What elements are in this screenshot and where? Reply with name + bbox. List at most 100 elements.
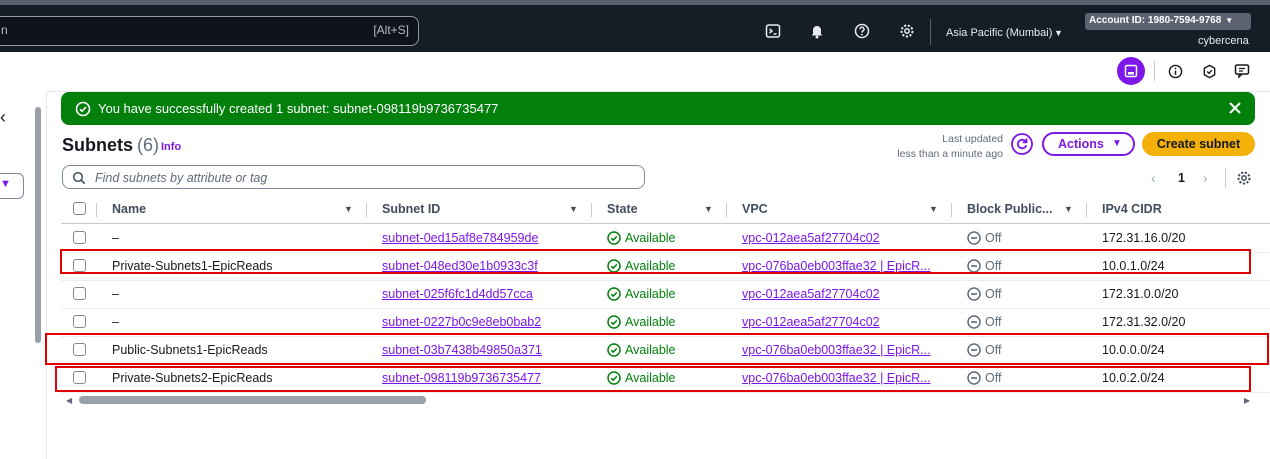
row-name: –: [112, 315, 119, 329]
table-row[interactable]: – subnet-0ed15af8e784959de Available vpc…: [61, 224, 1270, 253]
filter-input[interactable]: Find subnets by attribute or tag: [62, 165, 645, 189]
status-success-icon: [607, 371, 621, 385]
search-icon: [72, 171, 86, 185]
row-vpc-link[interactable]: vpc-076ba0eb003ffae32 | EpicR...: [742, 371, 940, 385]
row-state: Available: [625, 371, 676, 385]
search-input[interactable]: n [Alt+S]: [0, 16, 419, 46]
subnet-count: (6): [137, 135, 160, 155]
actions-label: Actions: [1058, 137, 1104, 151]
bell-icon[interactable]: [807, 21, 827, 41]
column-divider[interactable]: [1086, 203, 1087, 217]
panel-toggle-icon[interactable]: [1117, 57, 1145, 85]
table-row[interactable]: Private-Subnets1-EpicReads subnet-048ed3…: [61, 252, 1270, 281]
row-vpc-link[interactable]: vpc-076ba0eb003ffae32 | EpicR...: [742, 259, 940, 273]
region-selector[interactable]: Asia Pacific (Mumbai): [946, 27, 1052, 39]
help-icon[interactable]: [852, 21, 872, 41]
row-ipv4-cidr: 10.0.1.0/24: [1102, 259, 1165, 273]
column-divider[interactable]: [951, 203, 952, 217]
top-navigation: n [Alt+S] Asia Pacific (Mumbai) ▼ Accoun…: [0, 0, 1270, 52]
row-vpc-link[interactable]: vpc-012aea5af27704c02: [742, 315, 940, 329]
sort-caret-icon[interactable]: ▼: [344, 204, 353, 214]
row-checkbox[interactable]: [73, 259, 86, 272]
row-subnet-id-link[interactable]: subnet-048ed30e1b0933c3f: [382, 259, 538, 273]
scroll-left-icon[interactable]: ◀: [66, 396, 72, 405]
table-row[interactable]: – subnet-025f6fc1d4dd57cca Available vpc…: [61, 280, 1270, 309]
column-divider[interactable]: [726, 203, 727, 217]
chevron-down-icon: ▼: [1225, 16, 1234, 25]
column-divider[interactable]: [591, 203, 592, 217]
row-block-public: Off: [985, 231, 1002, 245]
sort-caret-icon[interactable]: ▼: [569, 204, 578, 214]
page-prev-icon[interactable]: ‹: [1151, 170, 1156, 186]
cloudshell-icon[interactable]: [763, 21, 783, 41]
chevron-down-icon[interactable]: ▼: [0, 178, 11, 190]
row-state: Available: [625, 259, 676, 273]
toolbar-divider: [1154, 61, 1155, 81]
horizontal-scrollbar-thumb[interactable]: [79, 396, 426, 404]
sort-caret-icon[interactable]: ▼: [704, 204, 713, 214]
chevron-left-icon[interactable]: ‹: [0, 107, 6, 128]
gear-icon[interactable]: [897, 21, 917, 41]
row-checkbox[interactable]: [73, 343, 86, 356]
row-checkbox[interactable]: [73, 315, 86, 328]
page-next-icon[interactable]: ›: [1203, 170, 1208, 186]
actions-button[interactable]: Actions ▼: [1042, 132, 1135, 156]
feedback-icon[interactable]: [1232, 61, 1252, 81]
row-block-public: Off: [985, 371, 1002, 385]
column-header-name[interactable]: Name: [112, 202, 146, 216]
row-subnet-id-link[interactable]: subnet-025f6fc1d4dd57cca: [382, 287, 533, 301]
row-block-public: Off: [985, 287, 1002, 301]
chevron-down-icon[interactable]: ▼: [1054, 28, 1063, 38]
row-vpc-link[interactable]: vpc-012aea5af27704c02: [742, 231, 940, 245]
select-all-checkbox[interactable]: [73, 202, 86, 215]
vertical-scrollbar-thumb[interactable]: [35, 107, 41, 343]
username[interactable]: cybercena: [1198, 35, 1249, 47]
row-subnet-id-link[interactable]: subnet-0ed15af8e784959de: [382, 231, 538, 245]
column-header-ipv4-cidr[interactable]: IPv4 CIDR: [1102, 202, 1162, 216]
preferences-gear-icon[interactable]: [1236, 170, 1252, 186]
row-ipv4-cidr: 172.31.16.0/20: [1102, 231, 1186, 245]
close-icon[interactable]: [1227, 100, 1243, 116]
caret-down-icon: ▼: [1112, 138, 1122, 149]
pagination-divider: [1225, 168, 1226, 188]
row-checkbox[interactable]: [73, 371, 86, 384]
column-header-vpc[interactable]: VPC: [742, 202, 768, 216]
column-divider[interactable]: [366, 203, 367, 217]
row-subnet-id-link[interactable]: subnet-098119b9736735477: [382, 371, 541, 385]
account-id-label: Account ID: 1980-7594-9768: [1089, 15, 1222, 26]
table-row[interactable]: – subnet-0227b0c9e8eb0bab2 Available vpc…: [61, 308, 1270, 337]
info-circle-icon[interactable]: [1165, 61, 1185, 81]
row-state: Available: [625, 343, 676, 357]
create-subnet-button[interactable]: Create subnet: [1142, 132, 1255, 156]
row-name: Private-Subnets2-EpicReads: [112, 371, 273, 385]
status-success-icon: [607, 259, 621, 273]
row-vpc-link[interactable]: vpc-012aea5af27704c02: [742, 287, 940, 301]
sort-caret-icon[interactable]: ▼: [1064, 204, 1073, 214]
sort-caret-icon[interactable]: ▼: [929, 204, 938, 214]
column-header-state[interactable]: State: [607, 202, 638, 216]
security-hub-icon[interactable]: [1199, 61, 1219, 81]
table-row[interactable]: Public-Subnets1-EpicReads subnet-03b7438…: [61, 336, 1270, 365]
scroll-right-icon[interactable]: ▶: [1244, 396, 1250, 405]
page-number[interactable]: 1: [1178, 171, 1185, 185]
success-check-icon: [75, 101, 91, 117]
nav-divider: [930, 19, 931, 45]
table-row[interactable]: Private-Subnets2-EpicReads subnet-098119…: [61, 364, 1270, 393]
column-header-subnet-id[interactable]: Subnet ID: [382, 202, 440, 216]
account-menu[interactable]: Account ID: 1980-7594-9768 ▼: [1085, 13, 1251, 30]
info-link[interactable]: Info: [161, 141, 181, 153]
row-checkbox[interactable]: [73, 231, 86, 244]
row-vpc-link[interactable]: vpc-076ba0eb003ffae32 | EpicR...: [742, 343, 940, 357]
row-subnet-id-link[interactable]: subnet-0227b0c9e8eb0bab2: [382, 315, 541, 329]
row-ipv4-cidr: 10.0.2.0/24: [1102, 371, 1165, 385]
row-block-public: Off: [985, 259, 1002, 273]
row-checkbox[interactable]: [73, 287, 86, 300]
row-state: Available: [625, 315, 676, 329]
row-name: –: [112, 231, 119, 245]
row-ipv4-cidr: 172.31.0.0/20: [1102, 287, 1179, 301]
column-header-block-public[interactable]: Block Public...: [967, 202, 1052, 216]
refresh-button[interactable]: [1011, 133, 1033, 155]
row-subnet-id-link[interactable]: subnet-03b7438b49850a371: [382, 343, 542, 357]
flash-message: You have successfully created 1 subnet: …: [98, 101, 499, 116]
row-name: –: [112, 287, 119, 301]
